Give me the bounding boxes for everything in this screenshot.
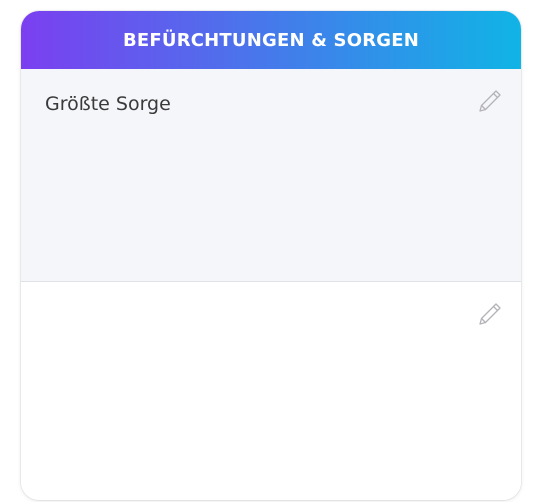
edit-pencil-icon[interactable] (475, 299, 505, 329)
fears-worries-card: BEFÜRCHTUNGEN & SORGEN Größte Sorge (21, 11, 521, 500)
second-entry-section[interactable] (21, 282, 521, 500)
card-title: BEFÜRCHTUNGEN & SORGEN (122, 29, 420, 51)
biggest-worry-section[interactable]: Größte Sorge (21, 69, 521, 282)
card-header: BEFÜRCHTUNGEN & SORGEN (21, 11, 521, 69)
biggest-worry-text: Größte Sorge (45, 93, 171, 115)
edit-pencil-icon[interactable] (475, 86, 505, 116)
